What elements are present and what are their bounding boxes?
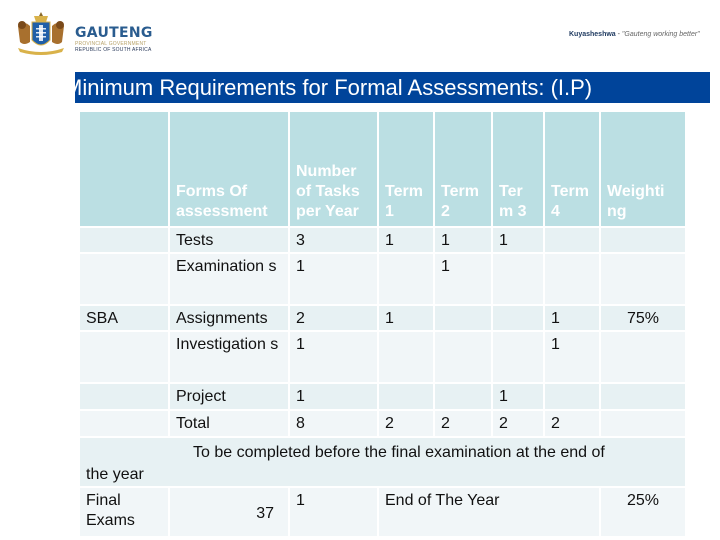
header-weighting: Weighti ng [601, 112, 685, 226]
note-row: To be completed before the final examina… [80, 438, 685, 486]
cell-term3: 1 [493, 384, 543, 409]
cell-tasks: 1 [290, 488, 377, 536]
cell-form: Assignments [170, 306, 288, 330]
note-tail: the year [86, 466, 144, 483]
cell-term3 [493, 254, 543, 304]
cell-term3: 2 [493, 411, 543, 436]
cell-term3: 1 [493, 228, 543, 252]
cell-form: Project [170, 384, 288, 409]
cell-term1: 2 [379, 411, 433, 436]
header-category [80, 112, 168, 226]
cell-term4: 1 [545, 332, 599, 382]
title-bar: Minimum Requirements for Formal Assessme… [75, 72, 710, 103]
cell-weighting [601, 254, 685, 304]
cell-weighting: 25% [601, 488, 685, 536]
table-row: Examination s 1 1 [80, 254, 685, 304]
cell-category [80, 228, 168, 252]
cell-weighting [601, 228, 685, 252]
table-header-row: Forms Of assessment Number of Tasks per … [80, 112, 685, 226]
cell-tasks: 8 [290, 411, 377, 436]
table-row: Investigation s 1 1 [80, 332, 685, 382]
motto-bold: Kuyasheshwa [569, 31, 616, 38]
brand-block: GAUTENG PROVINCIAL GOVERNMENT REPUBLIC O… [75, 25, 153, 54]
page-header: GAUTENG PROVINCIAL GOVERNMENT REPUBLIC O… [0, 0, 720, 66]
note-cell: To be completed before the final examina… [80, 438, 685, 486]
cell-tasks: 1 [290, 384, 377, 409]
brand-country: REPUBLIC OF SOUTH AFRICA [75, 47, 152, 53]
cell-term3 [493, 332, 543, 382]
cell-term2: 1 [435, 228, 491, 252]
cell-term4 [545, 254, 599, 304]
cell-weighting [601, 384, 685, 409]
cell-category: SBA [80, 306, 168, 330]
final-exams-row: Final Exams 37 1 End of The Year 25% [80, 488, 685, 536]
cell-tasks: 3 [290, 228, 377, 252]
cell-number: 37 [170, 488, 288, 536]
cell-category [80, 411, 168, 436]
cell-period: End of The Year [379, 488, 599, 536]
cell-category [80, 384, 168, 409]
cell-term2 [435, 384, 491, 409]
cell-term4: 1 [545, 306, 599, 330]
header-term3: Ter m 3 [493, 112, 543, 226]
table-row: Project 1 1 [80, 384, 685, 409]
cell-category [80, 254, 168, 304]
cell-form: Tests [170, 228, 288, 252]
cell-term1: 1 [379, 228, 433, 252]
cell-form: Total [170, 411, 288, 436]
cell-term1 [379, 384, 433, 409]
cell-tasks: 1 [290, 332, 377, 382]
cell-term2 [435, 306, 491, 330]
header-term4: Term 4 [545, 112, 599, 226]
cell-weighting [601, 332, 685, 382]
cell-term2: 1 [435, 254, 491, 304]
brand-name: GAUTENG [75, 25, 153, 41]
gauteng-coat-of-arms-icon [18, 12, 64, 55]
cell-form: Examination s [170, 254, 288, 304]
cell-term4 [545, 384, 599, 409]
cell-term4 [545, 228, 599, 252]
table-row: SBA Assignments 2 1 1 75% [80, 306, 685, 330]
note-lead: To be completed before the final examina… [193, 444, 605, 461]
table-row: Total 8 2 2 2 2 [80, 411, 685, 436]
cell-weighting [601, 411, 685, 436]
cell-term1: 1 [379, 306, 433, 330]
cell-tasks: 2 [290, 306, 377, 330]
cell-term4: 2 [545, 411, 599, 436]
header-term1: Term 1 [379, 112, 433, 226]
assessment-table: Forms Of assessment Number of Tasks per … [78, 110, 687, 538]
page-title: Minimum Requirements for Formal Assessme… [75, 75, 593, 100]
cell-form: Investigation s [170, 332, 288, 382]
cell-term1 [379, 332, 433, 382]
table-row: Tests 3 1 1 1 [80, 228, 685, 252]
cell-term1 [379, 254, 433, 304]
cell-weighting: 75% [601, 306, 685, 330]
cell-term3 [493, 306, 543, 330]
motto: Kuyasheshwa - "Gauteng working better" [569, 31, 700, 38]
cell-tasks: 1 [290, 254, 377, 304]
header-tasks: Number of Tasks per Year [290, 112, 377, 226]
header-term2: Term 2 [435, 112, 491, 226]
cell-category [80, 332, 168, 382]
motto-slogan: "Gauteng working better" [621, 31, 700, 38]
header-forms: Forms Of assessment [170, 112, 288, 226]
cell-category: Final Exams [80, 488, 168, 536]
cell-term2 [435, 332, 491, 382]
cell-term2: 2 [435, 411, 491, 436]
